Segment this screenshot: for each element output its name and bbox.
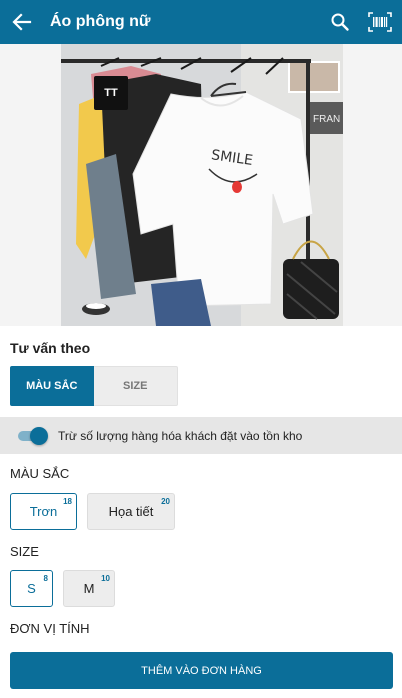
tt-badge: TT [94, 76, 128, 110]
svg-text:FRAN: FRAN [313, 114, 340, 125]
color-option-label: Trơn [29, 504, 58, 519]
add-to-order-button[interactable]: THÊM VÀO ĐƠN HÀNG [10, 652, 393, 689]
unit-section-label: ĐƠN VỊ TÍNH [10, 621, 90, 636]
advise-segmented-control: MÀU SẮC SIZE [10, 366, 178, 406]
app-header: Áo phông nữ [0, 0, 402, 44]
size-option-s[interactable]: S 8 [10, 570, 53, 607]
color-option-count: 18 [63, 497, 72, 506]
page-title: Áo phông nữ [50, 13, 151, 30]
stock-deduct-switch[interactable] [18, 426, 48, 445]
stock-toggle-label: Trừ số lượng hàng hóa khách đặt vào tồn … [58, 428, 303, 443]
size-option-count: 8 [43, 574, 48, 583]
size-section-label: SIZE [10, 544, 39, 559]
size-option-count: 10 [101, 574, 110, 583]
advise-option-size[interactable]: SIZE [93, 366, 178, 406]
barcode-scan-icon [368, 12, 392, 32]
arrow-left-icon [12, 13, 32, 31]
size-option-m[interactable]: M 10 [63, 570, 115, 607]
product-photo-area: FRAN SMILE [0, 44, 402, 326]
color-option-tron[interactable]: Trơn 18 [10, 493, 77, 530]
advise-title: Tư vấn theo [10, 340, 91, 356]
color-option-label: Họa tiết [108, 504, 154, 519]
advise-option-color[interactable]: MÀU SẮC [10, 366, 94, 406]
color-option-hoa-tiet[interactable]: Họa tiết 20 [87, 493, 175, 530]
color-option-count: 20 [161, 497, 170, 506]
size-option-label: M [83, 581, 95, 596]
barcode-scan-button[interactable] [360, 0, 400, 44]
stock-toggle-row: Trừ số lượng hàng hóa khách đặt vào tồn … [0, 417, 402, 454]
switch-thumb [30, 426, 48, 445]
size-option-label: S [27, 581, 36, 596]
back-button[interactable] [2, 0, 42, 44]
color-section-label: MÀU SẮC [10, 466, 70, 481]
search-button[interactable] [320, 0, 360, 44]
search-icon [331, 13, 349, 31]
